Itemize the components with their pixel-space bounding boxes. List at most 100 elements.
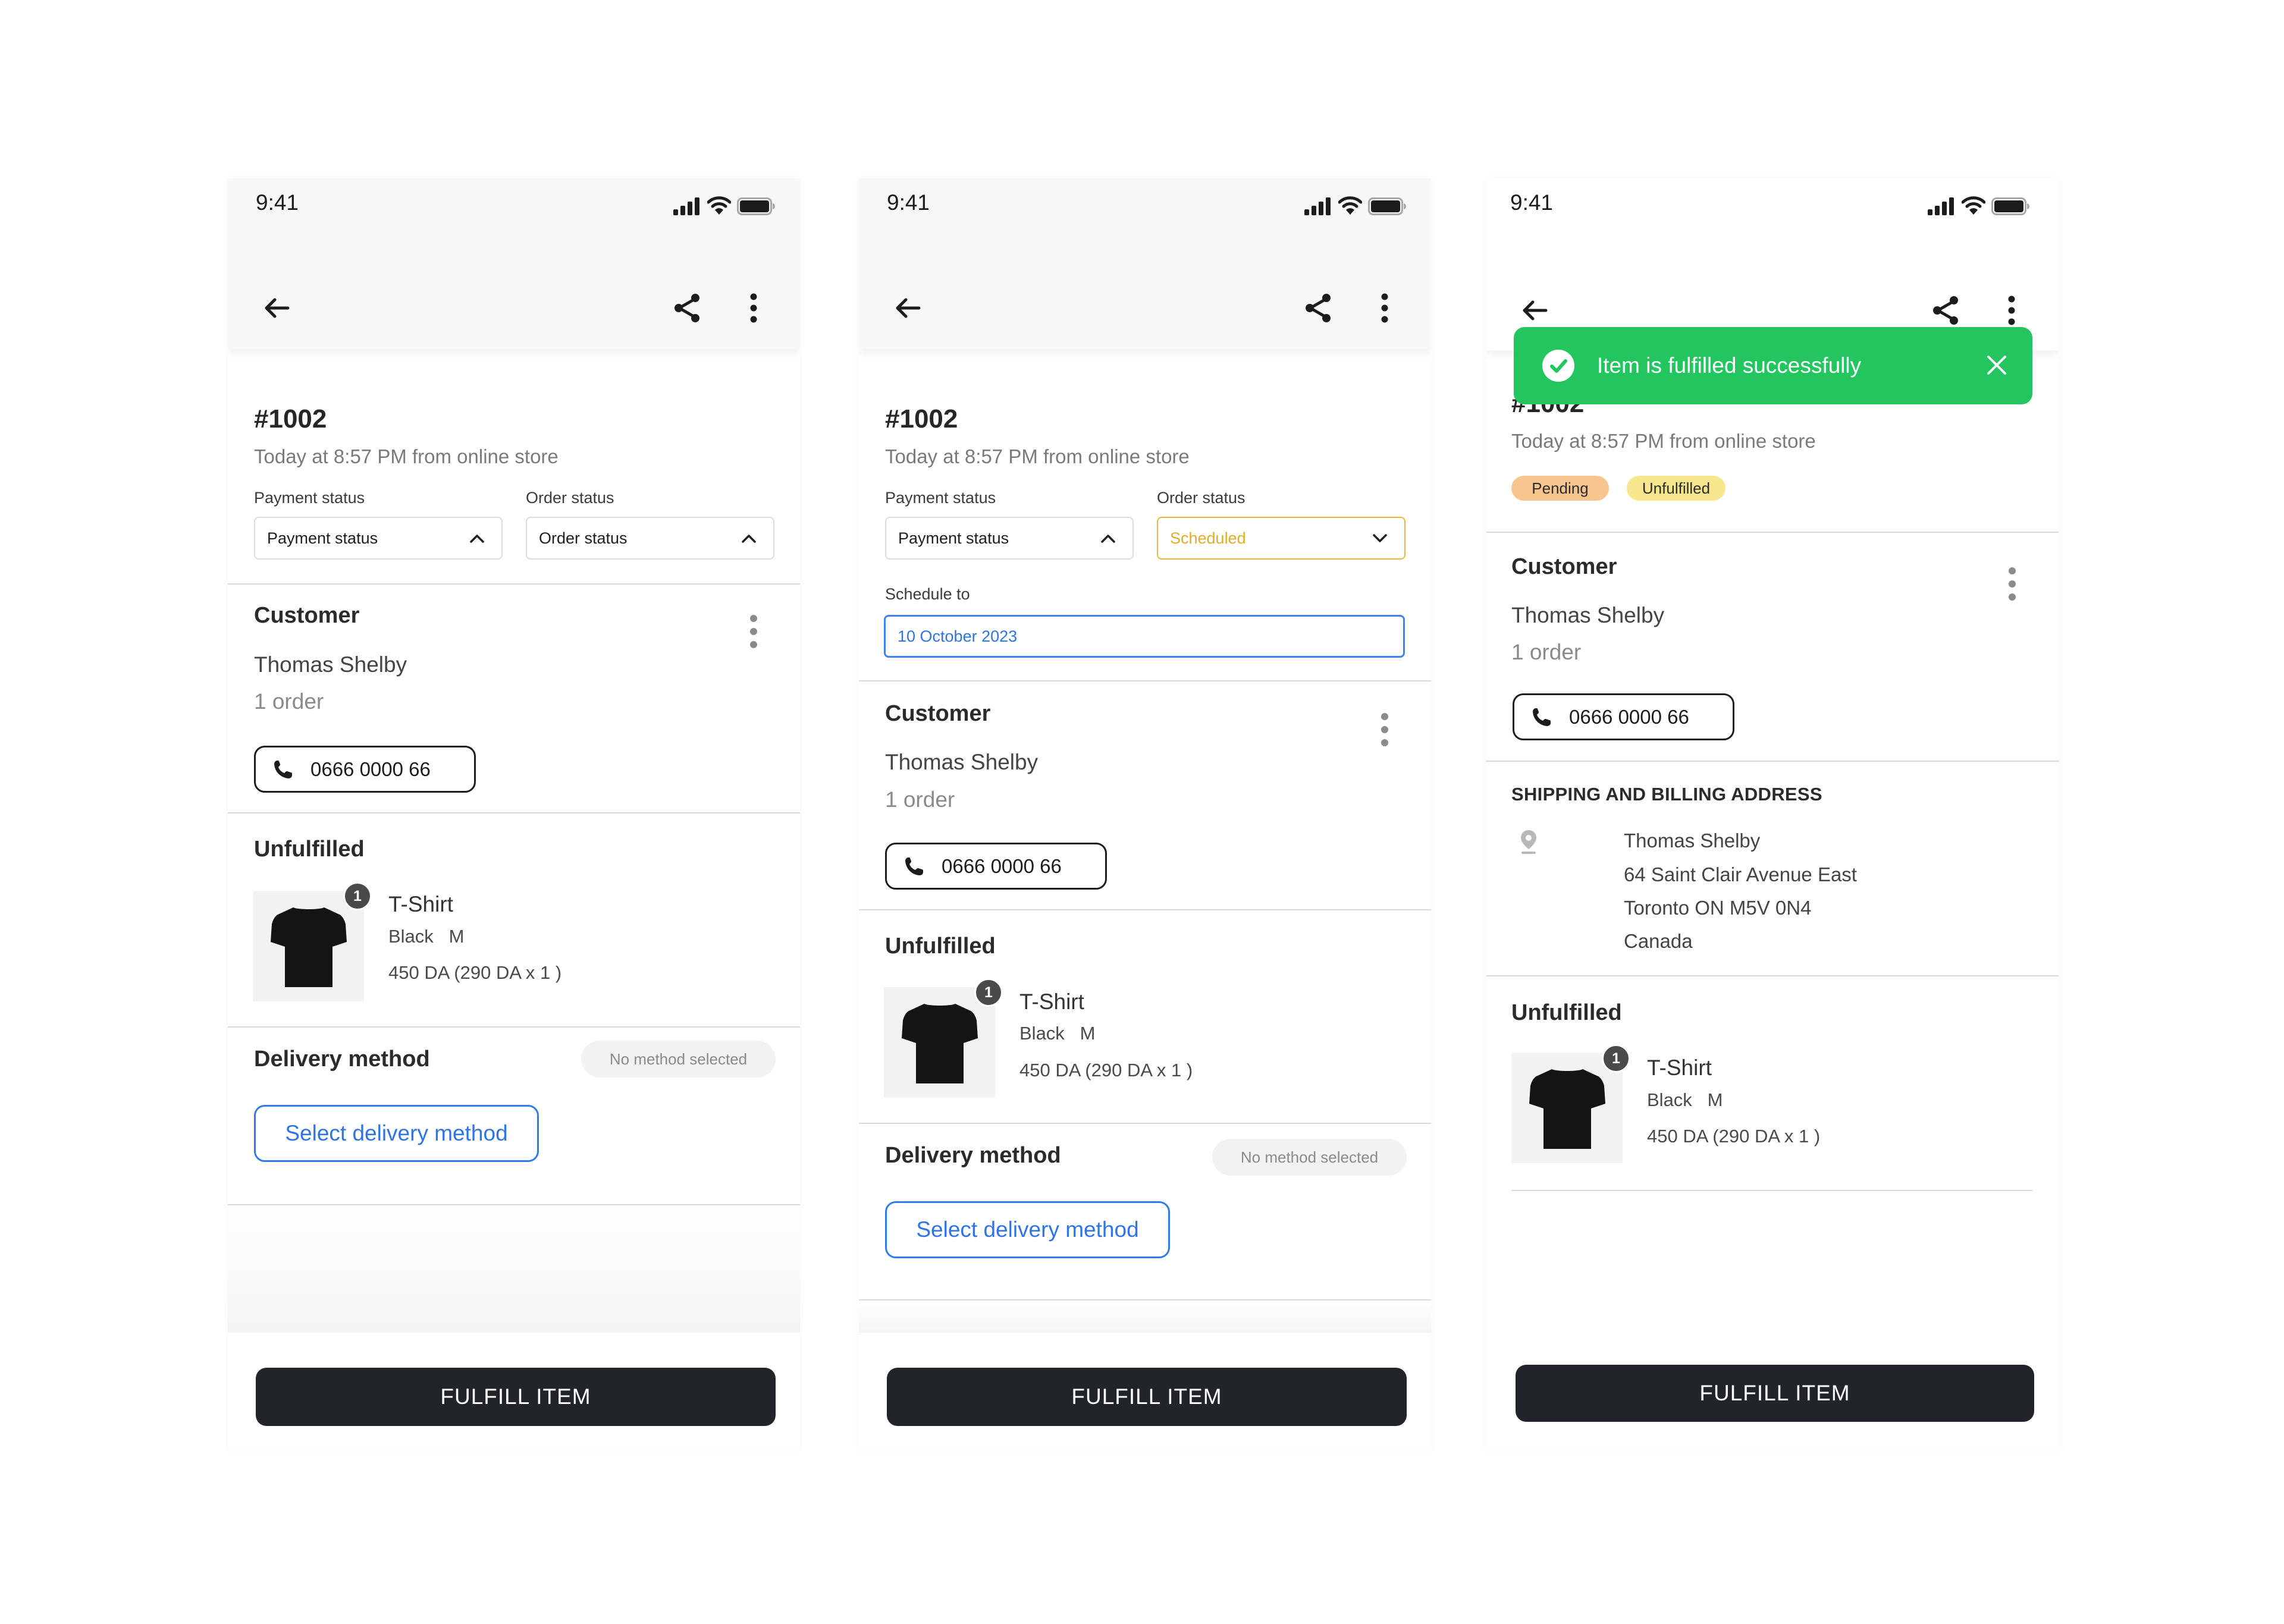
- quantity-badge: 1: [974, 978, 1003, 1007]
- select-delivery-method-button[interactable]: Select delivery method: [254, 1105, 539, 1162]
- payment-status-label: Payment status: [885, 489, 996, 507]
- customer-phone-number: 0666 0000 66: [310, 758, 431, 780]
- more-vertical-icon[interactable]: [1367, 290, 1403, 326]
- phone-screen-scheduled: 9:41 #1002 Today at 8:57 PM from online …: [859, 178, 1431, 1450]
- app-header: 9:41: [1486, 178, 2059, 350]
- fulfillment-tag-unfulfilled: Unfulfilled: [1627, 476, 1725, 501]
- order-number: #1002: [885, 404, 958, 434]
- product-thumbnail: [884, 987, 995, 1098]
- chevron-down-icon: [1371, 529, 1389, 547]
- select-delivery-method-button[interactable]: Select delivery method: [885, 1201, 1170, 1258]
- customer-phone-button[interactable]: 0666 0000 66: [1513, 693, 1734, 740]
- item-variant: Black M: [1647, 1089, 1723, 1110]
- delivery-section-title: Delivery method: [254, 1047, 430, 1072]
- divider: [228, 1026, 800, 1028]
- cellular-signal-icon: [673, 197, 701, 215]
- address-section-title: SHIPPING AND BILLING ADDRESS: [1511, 784, 1822, 805]
- payment-tag-pending: Pending: [1511, 476, 1609, 501]
- customer-more-icon[interactable]: [748, 615, 760, 651]
- status-time: 9:41: [1510, 190, 1554, 215]
- customer-phone-button[interactable]: 0666 0000 66: [885, 843, 1107, 890]
- item-name: T-Shirt: [1647, 1056, 1712, 1080]
- location-pin-icon: [1520, 829, 1538, 855]
- battery-icon: [737, 197, 776, 215]
- tshirt-icon: [1529, 1066, 1605, 1151]
- order-placed-info: Today at 8:57 PM from online store: [1511, 430, 1816, 452]
- customer-more-icon[interactable]: [1379, 713, 1391, 749]
- address-line: Toronto ON M5V 0N4: [1624, 897, 1812, 919]
- share-icon[interactable]: [670, 290, 705, 326]
- payment-status-dropdown[interactable]: Payment status: [885, 517, 1134, 560]
- item-price: 450 DA (290 DA x 1 ): [388, 962, 562, 983]
- wifi-icon: [707, 195, 731, 215]
- customer-more-icon[interactable]: [2006, 567, 2018, 603]
- schedule-date-input[interactable]: 10 October 2023: [884, 615, 1405, 658]
- divider: [1486, 761, 2059, 762]
- item-name: T-Shirt: [388, 892, 453, 916]
- payment-status-value: Payment status: [898, 529, 1009, 547]
- customer-section-title: Customer: [1511, 554, 1617, 579]
- scroll-fade: [859, 1301, 1431, 1333]
- item-variant: Black M: [1019, 1023, 1096, 1044]
- order-number: #1002: [254, 404, 327, 434]
- cellular-signal-icon: [1928, 197, 1955, 215]
- customer-phone-number: 0666 0000 66: [1569, 705, 1689, 728]
- address-line: Thomas Shelby: [1624, 830, 1761, 852]
- customer-section-title: Customer: [254, 603, 360, 628]
- back-arrow-icon[interactable]: [1517, 293, 1553, 328]
- divider: [859, 909, 1431, 910]
- chevron-up-icon: [740, 529, 758, 547]
- item-price: 450 DA (290 DA x 1 ): [1019, 1060, 1193, 1080]
- bottom-action-bar: FULFILL ITEM: [228, 1333, 800, 1450]
- toast-message: Item is fulfilled successfully: [1597, 353, 1862, 378]
- customer-order-count: 1 order: [1511, 640, 1582, 664]
- order-status-label: Order status: [1157, 489, 1245, 507]
- order-status-dropdown[interactable]: Scheduled: [1157, 517, 1405, 560]
- divider: [859, 1123, 1431, 1124]
- back-arrow-icon[interactable]: [259, 290, 295, 326]
- share-icon[interactable]: [1301, 290, 1336, 326]
- battery-icon: [1991, 197, 2031, 215]
- battery-icon: [1368, 197, 1407, 215]
- customer-order-count: 1 order: [885, 787, 955, 812]
- check-circle-icon: [1542, 350, 1574, 382]
- more-vertical-icon[interactable]: [1994, 293, 2029, 328]
- delivery-status-chip: No method selected: [581, 1041, 776, 1078]
- product-thumbnail: [1511, 1053, 1623, 1163]
- fulfill-item-button[interactable]: FULFILL ITEM: [256, 1368, 776, 1426]
- customer-phone-button[interactable]: 0666 0000 66: [254, 746, 476, 793]
- schedule-to-label: Schedule to: [885, 585, 970, 603]
- phone-icon: [1531, 706, 1552, 728]
- share-icon[interactable]: [1928, 293, 1964, 328]
- fulfill-item-button[interactable]: FULFILL ITEM: [1516, 1365, 2034, 1422]
- delivery-status-chip: No method selected: [1212, 1139, 1407, 1176]
- quantity-badge: 1: [343, 882, 372, 910]
- bottom-action-bar: FULFILL ITEM: [859, 1333, 1431, 1450]
- wifi-icon: [1962, 195, 1985, 215]
- address-line: 64 Saint Clair Avenue East: [1624, 863, 1857, 885]
- item-variant: Black M: [388, 926, 465, 947]
- payment-status-dropdown[interactable]: Payment status: [254, 517, 503, 560]
- unfulfilled-section-title: Unfulfilled: [1511, 1000, 1622, 1025]
- close-icon[interactable]: [1982, 351, 2011, 379]
- unfulfilled-section-title: Unfulfilled: [885, 934, 996, 959]
- product-thumbnail: [253, 891, 364, 1001]
- divider: [228, 583, 800, 585]
- unfulfilled-section-title: Unfulfilled: [254, 837, 365, 862]
- divider: [1486, 532, 2059, 533]
- customer-phone-number: 0666 0000 66: [942, 855, 1062, 877]
- back-arrow-icon[interactable]: [890, 290, 926, 326]
- phone-icon: [903, 856, 925, 877]
- payment-status-value: Payment status: [267, 529, 378, 547]
- cellular-signal-icon: [1304, 197, 1332, 215]
- order-status-value: Scheduled: [1170, 529, 1246, 547]
- fulfill-item-button[interactable]: FULFILL ITEM: [887, 1368, 1407, 1426]
- tshirt-icon: [902, 1000, 978, 1086]
- address-line: Canada: [1624, 930, 1693, 952]
- phone-icon: [272, 759, 294, 780]
- customer-name: Thomas Shelby: [885, 750, 1039, 774]
- more-vertical-icon[interactable]: [736, 290, 771, 326]
- success-toast: Item is fulfilled successfully: [1514, 327, 2032, 404]
- chevron-up-icon: [468, 529, 486, 547]
- order-status-dropdown[interactable]: Order status: [526, 517, 774, 560]
